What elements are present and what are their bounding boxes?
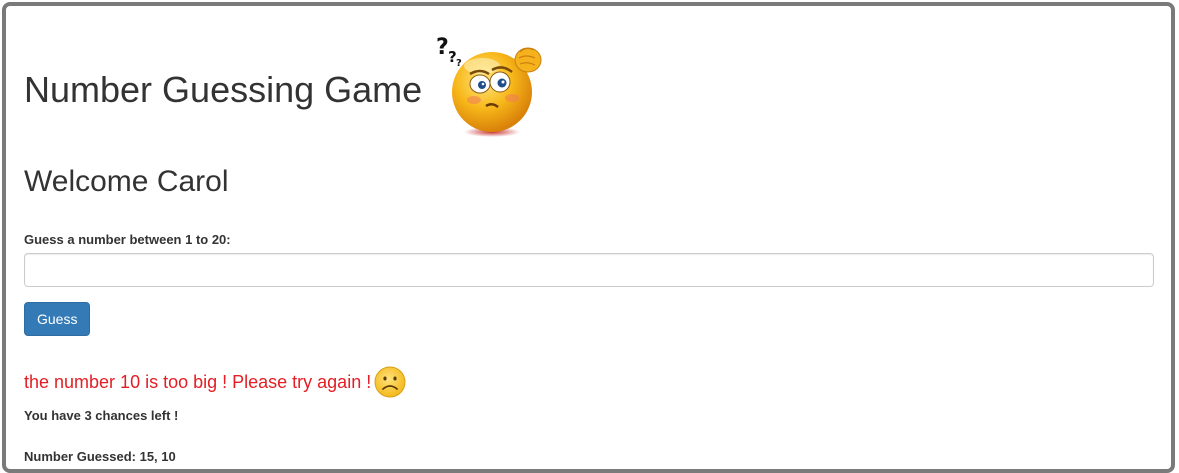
thinking-face-icon: ? ? ? <box>436 35 542 137</box>
svg-text:?: ? <box>436 35 449 60</box>
page-title: Number Guessing Game <box>24 69 423 110</box>
result-line: the number 10 is too big ! Please try ag… <box>24 366 406 398</box>
app-frame: Number Guessing Game ? ? ? Welcome Carol… <box>2 2 1175 473</box>
chances-left: You have 3 chances left ! <box>24 408 179 423</box>
guess-label: Guess a number between 1 to 20: <box>24 232 231 247</box>
result-message: the number 10 is too big ! Please try ag… <box>24 372 372 392</box>
welcome-message: Welcome Carol <box>24 165 229 198</box>
numbers-guessed: Number Guessed: 15, 10 <box>24 449 176 464</box>
header: Number Guessing Game ? ? ? <box>24 32 554 142</box>
guess-input[interactable] <box>24 253 1154 287</box>
sad-face-icon <box>374 366 406 398</box>
guess-button[interactable]: Guess <box>24 302 91 336</box>
